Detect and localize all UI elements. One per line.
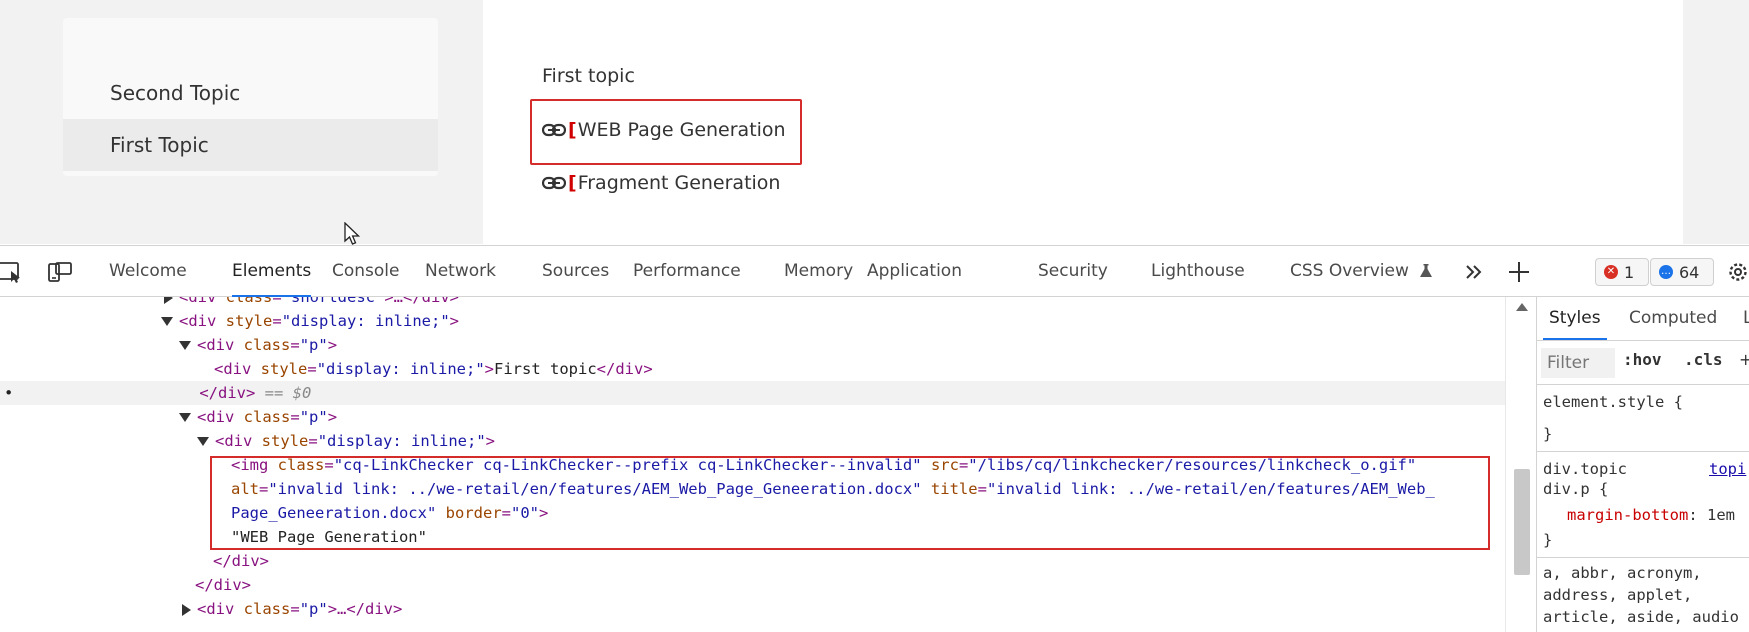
collapse-arrow-icon[interactable] (197, 437, 209, 446)
dom-node-line[interactable]: </div> (0, 549, 1505, 573)
dom-tree-scrollbar[interactable] (1505, 297, 1536, 632)
collapse-arrow-icon[interactable] (179, 341, 191, 350)
tab-sources[interactable]: Sources (542, 246, 609, 297)
dom-node-line[interactable]: <div class="p"> (0, 405, 1505, 429)
screen: Second Topic First Topic First topic [ W… (0, 0, 1749, 632)
invalid-link-marker: [ (568, 172, 577, 194)
broken-link-chain-icon (542, 176, 566, 190)
expand-arrow-icon[interactable] (182, 603, 191, 616)
annotation-highlight-box (530, 99, 802, 165)
styles-filter-input[interactable] (1541, 348, 1615, 378)
device-toolbar-icon[interactable] (48, 260, 72, 284)
dom-node-line[interactable]: <div class="p"> (0, 333, 1505, 357)
style-property: margin-bottom (1567, 506, 1689, 524)
tab-css-overview[interactable]: CSS Overview (1290, 246, 1433, 297)
dom-node-line-selected[interactable]: • </div> == $0 (0, 381, 1505, 405)
tab-console[interactable]: Console (332, 246, 400, 297)
tab-elements[interactable]: Elements (232, 246, 312, 297)
tab-welcome[interactable]: Welcome (109, 246, 187, 297)
style-declaration[interactable]: margin-bottom: 1em (1567, 504, 1735, 526)
tab-network[interactable]: Network (425, 246, 496, 297)
class-toggle[interactable]: .cls (1684, 350, 1723, 369)
inspect-element-icon[interactable] (0, 260, 24, 284)
style-rule-selector[interactable]: article, aside, audio (1543, 606, 1739, 628)
dom-node-line[interactable]: </div> (0, 573, 1505, 597)
tab-performance[interactable]: Performance (633, 246, 741, 297)
styles-tab-bar: Styles Computed L (1537, 297, 1749, 341)
topic-title: First topic (542, 65, 635, 87)
tab-computed[interactable]: Computed (1629, 297, 1717, 340)
style-rule-divider (1537, 451, 1749, 452)
dom-node-line[interactable]: <div class="p">…</div> (0, 597, 1505, 621)
style-rule-selector[interactable]: div.p { (1543, 478, 1608, 500)
error-count: 1 (1624, 262, 1635, 282)
tab-layout[interactable]: L (1743, 297, 1749, 340)
scroll-up-arrow-icon[interactable] (1516, 303, 1528, 311)
message-count: 64 (1679, 262, 1700, 282)
tab-security[interactable]: Security (1038, 246, 1108, 297)
tab-lighthouse[interactable]: Lighthouse (1151, 246, 1245, 297)
mouse-cursor-icon (344, 222, 361, 245)
tab-application[interactable]: Application (867, 246, 962, 297)
broken-link-row[interactable]: [ Fragment Generation (542, 168, 780, 198)
tab-memory[interactable]: Memory (784, 246, 853, 297)
annotation-highlight-box (210, 456, 1490, 550)
styles-filter-row: :hov .cls + (1537, 341, 1749, 385)
add-tab-plus-icon[interactable] (1507, 260, 1531, 284)
tab-css-overview-label: CSS Overview (1290, 261, 1409, 281)
dom-node-line[interactable]: <div style="display: inline;"> (0, 309, 1505, 333)
new-style-rule-button[interactable]: + (1739, 350, 1749, 369)
collapse-arrow-icon[interactable] (179, 413, 191, 422)
more-tabs-chevron-icon[interactable] (1462, 260, 1486, 284)
error-icon: ✕ (1604, 265, 1618, 279)
settings-gear-icon[interactable] (1726, 260, 1749, 284)
message-icon: … (1659, 265, 1673, 279)
style-rule-selector[interactable]: address, applet, (1543, 584, 1692, 606)
error-count-badge[interactable]: ✕ 1 (1595, 258, 1649, 286)
dom-node-line[interactable]: <div class="shortdesc">…</div> (0, 297, 1505, 309)
expand-arrow-icon[interactable] (164, 297, 173, 304)
hover-state-toggle[interactable]: :hov (1623, 350, 1662, 369)
style-rule-selector[interactable]: a, abbr, acronym, (1543, 562, 1702, 584)
message-count-badge[interactable]: … 64 (1650, 258, 1714, 286)
styles-sidebar: Styles Computed L :hov .cls + element.st… (1536, 297, 1749, 632)
sidebar-item-second-topic[interactable]: Second Topic (63, 67, 438, 119)
dom-node-line[interactable]: <div style="display: inline;">First topi… (0, 357, 1505, 381)
topic-sidebar: Second Topic First Topic (63, 18, 438, 176)
elements-dom-tree: <div class="shortdesc">…</div> <div styl… (0, 297, 1505, 632)
link-label[interactable]: Fragment Generation (578, 172, 781, 194)
dom-node-line[interactable]: <div style="display: inline;"> (0, 429, 1505, 453)
devtools-tab-bar: Welcome Elements Console Network Sources… (0, 245, 1749, 297)
experiment-flask-icon (1420, 264, 1433, 277)
tab-styles[interactable]: Styles (1543, 297, 1607, 340)
collapse-arrow-icon[interactable] (161, 317, 173, 326)
web-page-viewport: Second Topic First Topic First topic [ W… (0, 0, 1749, 244)
style-rule-close: } (1543, 531, 1553, 549)
style-rule-selector[interactable]: element.style { (1543, 391, 1683, 413)
style-value: : 1em (1688, 506, 1735, 524)
style-rule-close: } (1543, 425, 1553, 443)
scrollbar-thumb[interactable] (1514, 469, 1530, 575)
style-rule-divider (1537, 557, 1749, 558)
style-source-link[interactable]: topi (1709, 458, 1746, 480)
style-rule-selector[interactable]: div.topic (1543, 458, 1627, 480)
sidebar-item-first-topic[interactable]: First Topic (63, 119, 438, 171)
